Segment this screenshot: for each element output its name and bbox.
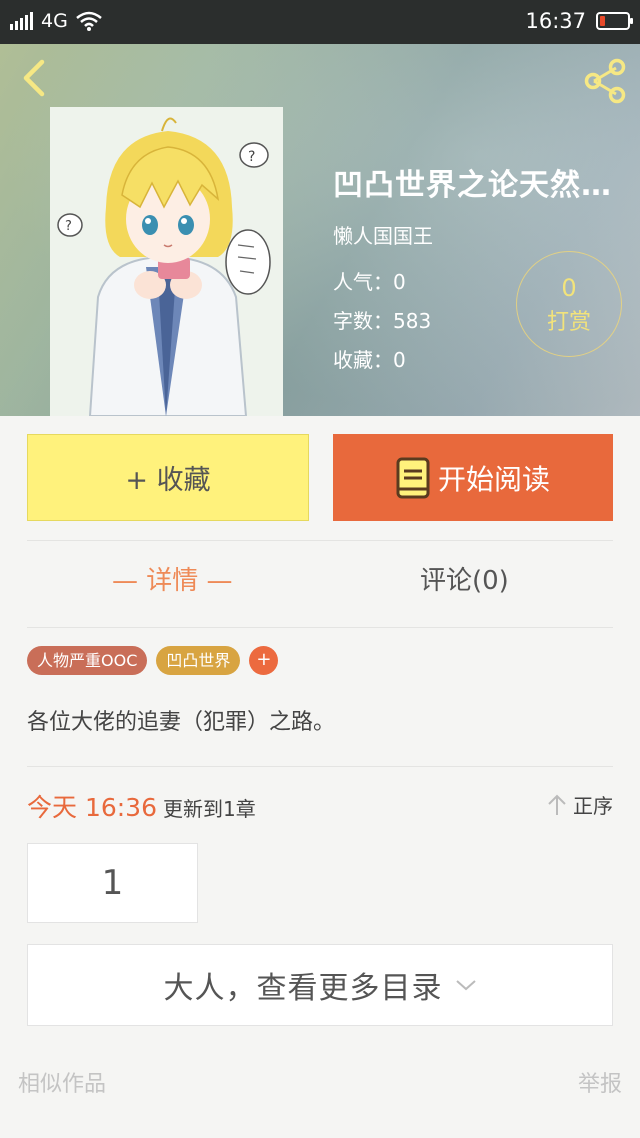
tab-comment[interactable]: 评论(0) xyxy=(420,560,509,597)
similar-works-link[interactable]: 相似作品 xyxy=(18,1066,106,1098)
book-title: 凹凸世界之论天然… xyxy=(333,168,612,203)
cover-illustration: ? ? xyxy=(50,107,283,416)
update-text: 更新到1章 xyxy=(163,797,256,821)
signal-icon xyxy=(10,12,33,30)
book-icon xyxy=(396,457,430,498)
tag-aotu-world[interactable]: 凹凸世界 xyxy=(156,646,241,675)
divider xyxy=(27,766,613,767)
divider xyxy=(27,540,613,541)
battery-icon xyxy=(596,12,633,30)
update-info: 今天 16:36 更新到1章 xyxy=(27,788,256,824)
reward-count: 0 xyxy=(561,274,577,302)
book-cover[interactable]: ? ? xyxy=(50,107,283,416)
collect-label: + 收藏 xyxy=(125,465,211,496)
divider xyxy=(27,627,613,628)
sort-button[interactable]: 正序 xyxy=(547,790,613,819)
svg-text:?: ? xyxy=(65,219,72,234)
chevron-down-icon xyxy=(455,980,476,991)
collect-button[interactable]: + 收藏 xyxy=(27,434,309,521)
status-left: 4G xyxy=(10,10,102,32)
arrow-up-icon xyxy=(548,794,566,815)
network-type: 4G xyxy=(41,10,68,32)
start-reading-label: 开始阅读 xyxy=(437,462,550,496)
status-bar: 4G 16:37 xyxy=(0,0,640,44)
back-arrow-icon[interactable] xyxy=(16,56,56,100)
chapter-item[interactable]: 1 xyxy=(27,843,198,923)
share-icon[interactable] xyxy=(580,56,630,106)
svg-text:?: ? xyxy=(248,149,255,165)
reward-button[interactable]: 0 打赏 xyxy=(516,251,622,357)
start-reading-button[interactable]: 开始阅读 xyxy=(333,434,613,521)
clock: 16:37 xyxy=(525,9,586,33)
add-tag-button[interactable]: + xyxy=(249,646,279,675)
book-author[interactable]: 懒人国国王 xyxy=(333,220,623,249)
tab-detail[interactable]: — 详情 — xyxy=(112,560,233,597)
more-catalog-button[interactable]: 大人，查看更多目录 xyxy=(27,944,613,1026)
update-time: 今天 16:36 xyxy=(27,793,157,822)
reward-label: 打赏 xyxy=(546,310,591,335)
book-description: 各位大佬的追妻（犯罪）之路。 xyxy=(27,710,336,735)
tag-ooc[interactable]: 人物严重OOC xyxy=(27,646,148,675)
more-catalog-label: 大人，查看更多目录 xyxy=(163,971,443,1006)
status-right: 16:37 xyxy=(525,9,633,33)
tag-list: 人物严重OOC 凹凸世界 + xyxy=(27,646,279,675)
report-link[interactable]: 举报 xyxy=(578,1066,622,1098)
sort-label: 正序 xyxy=(573,794,613,818)
wifi-icon xyxy=(76,11,102,31)
book-header: ? ? 凹凸世界之论天然… 懒人国国王 人气：0 字数：583 收藏：0 0 打… xyxy=(0,44,640,416)
